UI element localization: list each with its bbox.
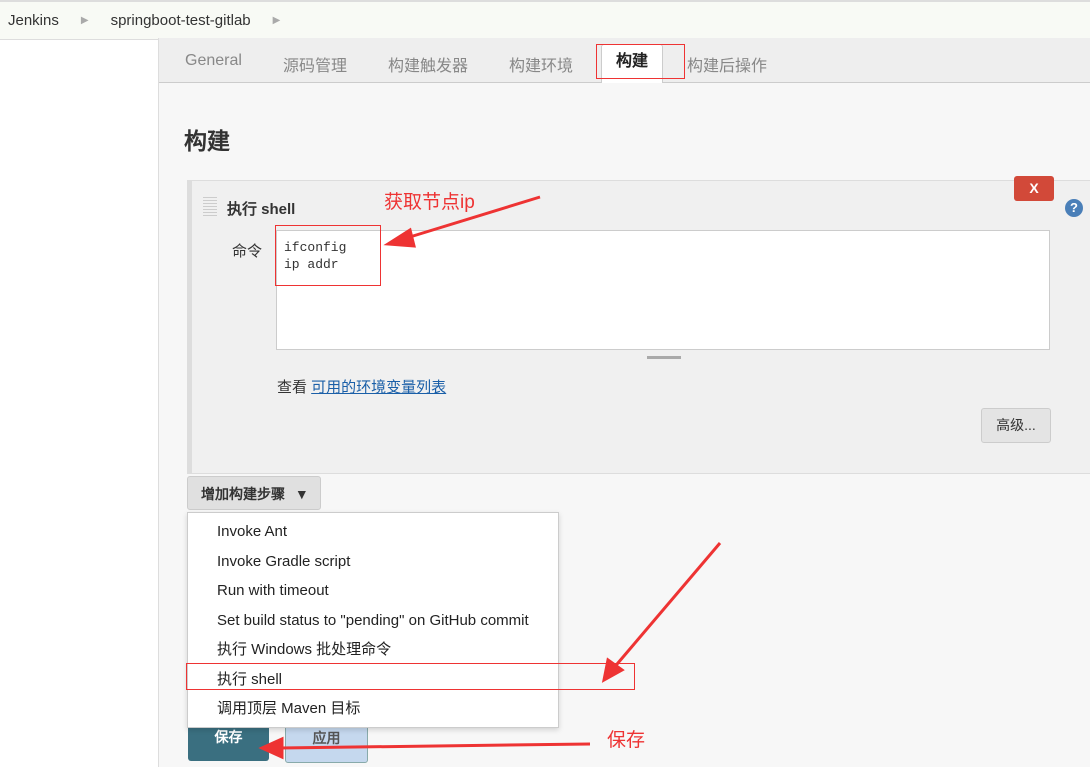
menu-item[interactable]: Run with timeout — [188, 576, 558, 606]
command-textarea[interactable]: ifconfig ip addr — [276, 230, 1050, 350]
help-icon[interactable]: ? — [1065, 199, 1083, 217]
chevron-right-icon[interactable]: ▶ — [81, 15, 89, 26]
add-build-step-button[interactable]: 增加构建步骤 ▼ — [187, 476, 321, 510]
caret-down-icon: ▼ — [295, 486, 309, 502]
apply-button[interactable]: 应用 — [285, 725, 368, 763]
menu-item[interactable]: 调用顶层 Maven 目标 — [188, 694, 558, 724]
step-title: 执行 shell — [227, 198, 295, 219]
breadcrumb-project[interactable]: springboot-test-gitlab — [111, 12, 251, 29]
annotation-save: 保存 — [607, 725, 645, 752]
menu-item[interactable]: 执行 Windows 批处理命令 — [188, 635, 558, 665]
drag-handle-icon[interactable] — [203, 196, 217, 216]
add-step-menu: Invoke Ant Invoke Gradle script Run with… — [187, 512, 559, 728]
breadcrumb: Jenkins ▶ springboot-test-gitlab ▶ — [0, 0, 1090, 40]
add-step-label: 增加构建步骤 — [201, 486, 285, 502]
section-title: 构建 — [184, 122, 230, 156]
chevron-right-icon[interactable]: ▶ — [273, 15, 281, 26]
annotation-get-ip: 获取节点ip — [384, 187, 475, 214]
tab-general[interactable]: General — [185, 52, 242, 70]
tab-triggers[interactable]: 构建触发器 — [388, 52, 468, 76]
highlight-box — [186, 663, 635, 690]
menu-item[interactable]: Invoke Ant — [188, 517, 558, 547]
save-button[interactable]: 保存 — [188, 725, 269, 761]
env-vars-link[interactable]: 可用的环境变量列表 — [311, 379, 446, 396]
command-label: 命令 — [232, 240, 262, 261]
breadcrumb-jenkins[interactable]: Jenkins — [8, 12, 59, 29]
tab-post-build[interactable]: 构建后操作 — [687, 52, 767, 76]
tab-environment[interactable]: 构建环境 — [509, 52, 573, 76]
delete-step-button[interactable]: X — [1014, 176, 1054, 201]
env-prefix: 查看 — [277, 379, 311, 396]
menu-item[interactable]: Invoke Gradle script — [188, 547, 558, 577]
highlight-box — [596, 44, 685, 79]
advanced-button[interactable]: 高级... — [981, 408, 1051, 443]
resize-handle[interactable] — [647, 356, 681, 359]
tab-scm[interactable]: 源码管理 — [283, 52, 347, 76]
env-vars-line: 查看 可用的环境变量列表 — [277, 376, 446, 397]
menu-item[interactable]: Set build status to "pending" on GitHub … — [188, 606, 558, 636]
highlight-box — [275, 225, 381, 286]
